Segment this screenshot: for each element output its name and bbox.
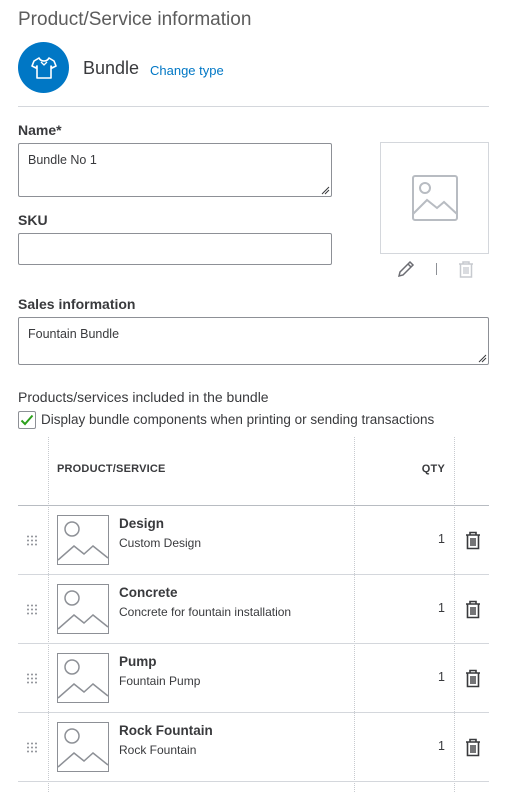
sales-info-value: Fountain Bundle	[28, 327, 120, 341]
item-thumbnail	[57, 653, 109, 703]
table-row: Pump Fountain Pump 1	[18, 644, 489, 713]
table-row: Design Custom Design 1	[18, 506, 489, 575]
product-column-header: PRODUCT/SERVICE	[57, 463, 166, 475]
product-type-label: Bundle	[83, 58, 140, 78]
product-image-box[interactable]	[380, 142, 489, 254]
item-name: Pump	[119, 654, 157, 669]
name-label: Name*	[18, 122, 62, 138]
trash-icon[interactable]	[457, 260, 475, 279]
display-components-label: Display bundle components when printing …	[41, 412, 435, 427]
item-description: Concrete for fountain installation	[119, 605, 292, 619]
item-qty[interactable]: 1	[438, 739, 445, 753]
table-row: Concrete Concrete for fountain installat…	[18, 575, 489, 644]
item-name: Concrete	[119, 585, 178, 600]
trash-icon[interactable]	[465, 669, 481, 688]
item-qty[interactable]: 1	[438, 532, 445, 546]
image-placeholder-icon	[57, 728, 109, 768]
actions-separator	[436, 263, 437, 275]
item-thumbnail	[57, 584, 109, 634]
drag-handle-icon[interactable]	[26, 742, 38, 753]
item-description: Rock Fountain	[119, 743, 197, 757]
resize-grip-icon[interactable]	[478, 354, 487, 363]
pencil-icon[interactable]	[396, 260, 416, 278]
image-placeholder-icon	[57, 659, 109, 699]
name-field[interactable]: Bundle No 1	[18, 143, 332, 197]
item-name: Design	[119, 516, 165, 531]
item-name: Rock Fountain	[119, 723, 213, 738]
header-divider	[18, 106, 489, 107]
trash-icon[interactable]	[465, 600, 481, 619]
table-row: Rock Fountain Rock Fountain 1	[18, 713, 489, 782]
item-qty[interactable]: 1	[438, 601, 445, 615]
item-description: Custom Design	[119, 536, 202, 550]
trash-icon[interactable]	[465, 531, 481, 550]
sales-info-label: Sales information	[18, 296, 136, 312]
sales-info-field[interactable]: Fountain Bundle	[18, 317, 489, 365]
item-thumbnail	[57, 722, 109, 772]
table-header: PRODUCT/SERVICE QTY	[18, 437, 489, 506]
checkmark-icon	[20, 414, 34, 426]
name-value: Bundle No 1	[28, 153, 97, 167]
image-placeholder-icon	[411, 175, 458, 221]
image-placeholder-icon	[57, 590, 109, 630]
image-actions	[396, 259, 475, 279]
image-placeholder-icon	[57, 521, 109, 561]
shirt-icon	[30, 56, 57, 79]
bundle-items-table: PRODUCT/SERVICE QTY Design Custom Design…	[18, 437, 489, 792]
resize-grip-icon[interactable]	[321, 186, 330, 195]
bundle-heading: Products/services included in the bundle	[18, 389, 269, 405]
product-type-icon	[18, 42, 69, 93]
item-thumbnail	[57, 515, 109, 565]
sku-label: SKU	[18, 212, 48, 228]
page-title: Product/Service information	[18, 9, 252, 30]
trash-icon[interactable]	[465, 738, 481, 757]
item-description: Fountain Pump	[119, 674, 201, 688]
drag-handle-icon[interactable]	[26, 673, 38, 684]
drag-handle-icon[interactable]	[26, 535, 38, 546]
drag-handle-icon[interactable]	[26, 604, 38, 615]
sku-field[interactable]	[18, 233, 332, 265]
display-components-checkbox[interactable]	[18, 411, 36, 429]
change-type-link[interactable]: Change type	[150, 63, 224, 78]
item-qty[interactable]: 1	[438, 670, 445, 684]
qty-column-header: QTY	[421, 463, 445, 475]
